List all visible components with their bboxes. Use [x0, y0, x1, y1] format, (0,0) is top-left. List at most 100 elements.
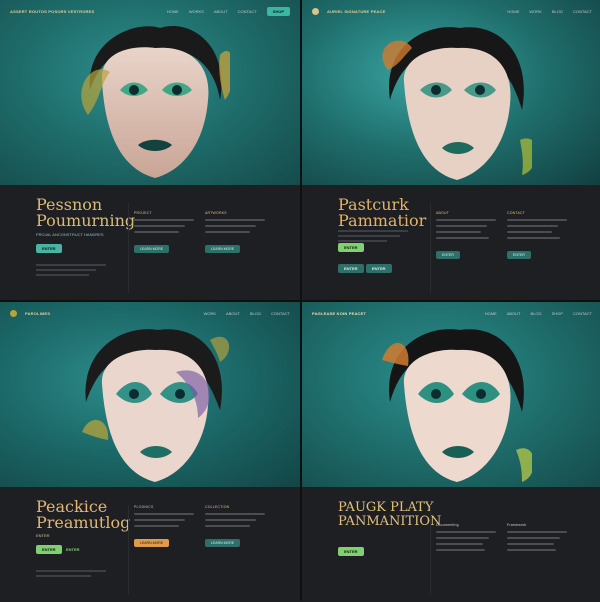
text-line	[436, 543, 483, 545]
hero: PAGLEASE KOIN PEACET HOME ABOUT BLOG SHO…	[302, 302, 600, 487]
text-line	[134, 225, 185, 227]
text-line	[507, 231, 552, 233]
logo-icon	[312, 7, 319, 15]
logo-icon	[10, 309, 17, 317]
text-line	[134, 513, 194, 515]
top-nav: PAROLIMES WORK ABOUT BLOG CONTACT	[0, 302, 300, 324]
column-heading: COLLECTION	[205, 505, 230, 509]
text-line	[134, 219, 194, 221]
column-heading: ABOUT	[436, 211, 450, 215]
nav-link[interactable]: ABOUT	[214, 9, 228, 14]
primary-button[interactable]: ENTER	[36, 244, 62, 253]
text-line	[507, 543, 554, 545]
learn-more-button[interactable]: LEARN MORE	[205, 539, 241, 547]
secondary-button[interactable]: ENTER	[338, 264, 364, 273]
text-line	[205, 513, 265, 515]
text-line	[338, 230, 408, 232]
nav-link[interactable]: CONTACT	[573, 9, 592, 14]
column-heading: PROJECT	[134, 211, 152, 215]
column: Framework	[507, 523, 567, 555]
content: Peackice Preamutlog ENTER ENTER ENTER PL…	[0, 487, 300, 602]
small-text	[36, 567, 106, 580]
content: PAUGK PLATY PANMANITION ENTER Documentin…	[302, 487, 600, 602]
text-line	[436, 237, 489, 239]
learn-more-button[interactable]: LEARN MORE	[134, 539, 170, 547]
nav-link[interactable]: BLOG	[530, 311, 541, 316]
column: CONTACT ENTER	[507, 211, 567, 261]
top-nav: ASSERT ROUTOS POSORS VESTRORES HOME WORK…	[0, 0, 300, 22]
brand: PAGLEASE KOIN PEACET	[312, 310, 367, 316]
column-heading: ARTWORKS	[205, 211, 227, 215]
hero-portrait	[382, 329, 532, 482]
text-line	[205, 525, 250, 527]
text-line	[205, 231, 250, 233]
column-heading: Documenting	[436, 523, 459, 527]
primary-button[interactable]: ENTER	[36, 545, 62, 554]
hero: ASSERT ROUTOS POSORS VESTRORES HOME WORK…	[0, 0, 300, 185]
nav-cta-button[interactable]: SHOP	[266, 6, 290, 16]
nav-links: HOME WORKS ABOUT CONTACT SHOP	[167, 6, 290, 16]
text-line	[205, 219, 265, 221]
divider	[128, 505, 129, 595]
text-line	[134, 519, 185, 521]
column-heading: PLODNICS	[134, 505, 154, 509]
hero-portrait	[82, 329, 230, 482]
learn-more-button[interactable]: LEARN MORE	[134, 245, 170, 253]
nav-link[interactable]: HOME	[485, 311, 497, 316]
text-line	[134, 231, 179, 233]
nav-link[interactable]: WORKS	[189, 9, 204, 14]
hero-portrait	[81, 25, 230, 178]
nav-link[interactable]: WORK	[529, 9, 541, 14]
nav-link[interactable]: ABOUT	[226, 311, 240, 316]
text-line	[36, 274, 89, 276]
column: PROJECT LEARN MORE	[134, 211, 194, 255]
text-line	[205, 519, 256, 521]
nav-links: HOME ABOUT BLOG SHOP CONTACT	[485, 311, 592, 316]
nav-link[interactable]: CONTACT	[271, 311, 290, 316]
content: Pessnon Poumurning PROJAL ANCONSTRUCT HA…	[0, 185, 300, 300]
text-line	[338, 240, 387, 242]
hero: AURIEL SIGNATURE PEACE HOME WORK BLOG CO…	[302, 0, 600, 185]
text-line	[507, 537, 560, 539]
column-button[interactable]: ENTER	[436, 251, 460, 259]
text-line	[134, 525, 179, 527]
primary-button[interactable]: ENTER	[338, 547, 364, 556]
column-button[interactable]: ENTER	[507, 251, 531, 259]
secondary-button[interactable]: ENTER	[366, 264, 392, 273]
brand: ASSERT ROUTOS POSORS VESTRORES	[10, 8, 95, 14]
secondary-button[interactable]: ENTER	[66, 545, 86, 554]
text-line	[436, 531, 496, 533]
column: PLODNICS LEARN MORE	[134, 505, 194, 549]
nav-link[interactable]: HOME	[507, 9, 519, 14]
text-line	[436, 225, 487, 227]
text-line	[507, 531, 567, 533]
nav-links: WORK ABOUT BLOG CONTACT	[204, 311, 290, 316]
text-line	[338, 235, 400, 237]
text-line	[436, 231, 481, 233]
nav-link[interactable]: WORK	[204, 311, 216, 316]
text-line	[205, 225, 256, 227]
column-heading: Framework	[507, 523, 527, 527]
primary-button[interactable]: ENTER	[338, 243, 364, 252]
text-line	[507, 219, 567, 221]
column-heading: CONTACT	[507, 211, 526, 215]
brand: PAROLIMES	[25, 310, 51, 316]
nav-link[interactable]: ABOUT	[507, 311, 521, 316]
learn-more-button[interactable]: LEARN MORE	[205, 245, 241, 253]
column: ARTWORKS LEARN MORE	[205, 211, 265, 255]
nav-link[interactable]: CONTACT	[573, 311, 592, 316]
divider	[430, 203, 431, 293]
text-line	[436, 549, 486, 551]
nav-link[interactable]: BLOG	[552, 9, 563, 14]
text-line	[507, 237, 560, 239]
divider	[128, 203, 129, 293]
nav-link[interactable]: BLOG	[250, 311, 261, 316]
nav-links: HOME WORK BLOG CONTACT	[507, 9, 592, 14]
panel-1: ASSERT ROUTOS POSORS VESTRORES HOME WORK…	[0, 0, 300, 300]
nav-link[interactable]: SHOP	[552, 311, 563, 316]
hero: PAROLIMES WORK ABOUT BLOG CONTACT	[0, 302, 300, 487]
nav-link[interactable]: HOME	[167, 9, 179, 14]
text-line	[507, 225, 558, 227]
text-line	[36, 575, 91, 577]
nav-link[interactable]: CONTACT	[238, 9, 257, 14]
